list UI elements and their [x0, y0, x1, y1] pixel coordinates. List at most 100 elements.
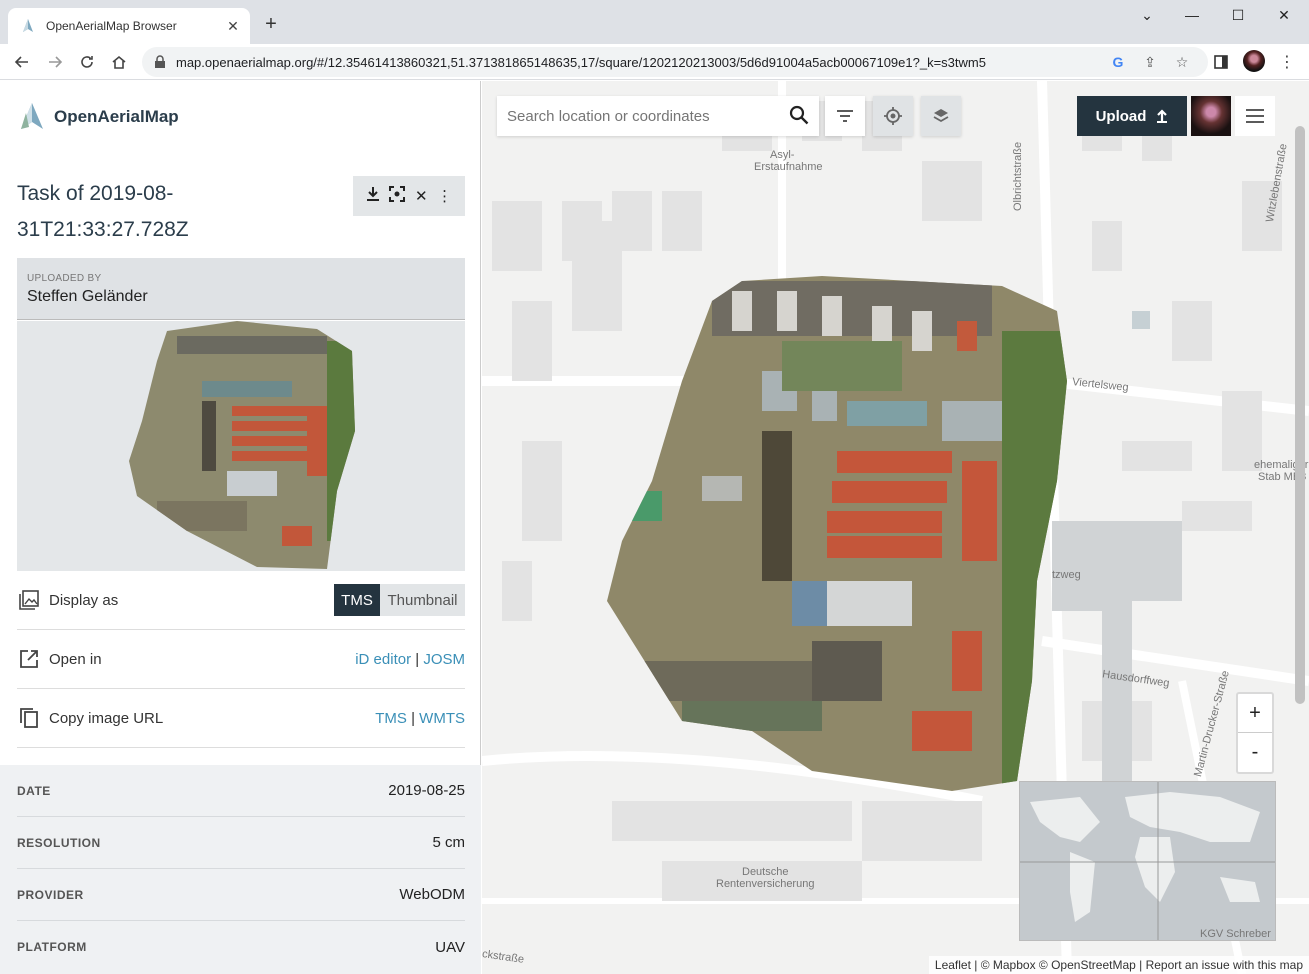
thumbnail-toggle-button[interactable]: Thumbnail [380, 584, 465, 616]
tms-toggle-button[interactable]: TMS [334, 584, 380, 616]
zoom-in-button[interactable]: + [1238, 694, 1272, 733]
metadata-row-date: DATE 2019-08-25 [17, 765, 465, 817]
browser-titlebar: OpenAerialMap Browser ✕ + ⌄ — ☐ ✕ [0, 0, 1309, 44]
task-title: Task of 2019-08-31T21:33:27.728Z [17, 182, 189, 241]
copy-url-row: Copy image URL TMS | WMTS [17, 689, 465, 748]
download-icon[interactable] [366, 186, 380, 206]
map-attribution[interactable]: Leaflet | © Mapbox © OpenStreetMap | Rep… [928, 956, 1309, 974]
upload-button[interactable]: Upload [1077, 96, 1187, 136]
meta-value: 2019-08-25 [388, 782, 465, 799]
open-in-row: Open in iD editor | JOSM [17, 630, 465, 689]
filter-icon [837, 110, 853, 122]
uploader-box: UPLOADED BY Steffen Geländer [17, 258, 465, 320]
search-input[interactable] [507, 107, 777, 125]
oam-favicon-icon [23, 19, 33, 32]
reload-button[interactable] [75, 50, 99, 74]
copy-url-label: Copy image URL [49, 709, 164, 727]
locate-button[interactable] [873, 96, 913, 136]
map-scrollbar[interactable] [1295, 126, 1305, 704]
meta-key: DATE [17, 783, 51, 798]
details-panel: OpenAerialMap Task of 2019-08-31T21:33:2… [0, 81, 481, 974]
layers-icon [933, 109, 949, 123]
crosshair-icon [884, 107, 902, 125]
id-editor-link[interactable]: iD editor [355, 651, 411, 668]
metadata-section: DATE 2019-08-25 RESOLUTION 5 cm PROVIDER… [0, 765, 481, 974]
meta-value: 5 cm [432, 834, 465, 851]
upload-icon [1157, 109, 1168, 123]
meta-key: RESOLUTION [17, 835, 101, 850]
brand-name: OpenAerialMap [54, 107, 179, 126]
separator: | [411, 709, 415, 727]
layers-button[interactable] [921, 96, 961, 136]
maximize-button[interactable]: ☐ [1216, 4, 1260, 26]
map-label: KGV Schreber [1200, 928, 1271, 940]
arrow-right-icon [49, 56, 63, 68]
map-label: Erstaufnahme [754, 161, 823, 173]
more-options-icon[interactable]: ⋮ [437, 187, 452, 205]
meta-value: WebODM [399, 886, 465, 903]
oam-logo-icon [21, 103, 43, 129]
zoom-to-fit-icon[interactable] [389, 186, 406, 206]
map-label: Deutsche [742, 866, 789, 878]
brand[interactable]: OpenAerialMap [16, 101, 179, 133]
display-as-label: Display as [49, 591, 119, 609]
share-icon[interactable]: ⇪ [1140, 52, 1160, 72]
map-label: tzweg [1052, 569, 1081, 581]
back-button[interactable] [10, 50, 34, 74]
metadata-row-provider: PROVIDER WebODM [17, 869, 465, 921]
forward-button[interactable] [43, 50, 67, 74]
sidebar-toggle-icon[interactable] [1209, 50, 1233, 74]
search-icon[interactable] [789, 105, 809, 130]
tab-search-icon[interactable]: ⌄ [1125, 4, 1169, 26]
display-toggle: TMS Thumbnail [334, 584, 465, 616]
meta-value: UAV [435, 938, 465, 956]
upload-label: Upload [1095, 107, 1147, 125]
reload-icon [81, 56, 93, 68]
url-text: map.openaerialmap.org/#/12.3546141386032… [176, 54, 986, 70]
google-icon[interactable]: G [1108, 52, 1128, 72]
tab-close-icon[interactable]: ✕ [222, 15, 244, 37]
user-avatar[interactable] [1191, 96, 1231, 136]
meta-key: PLATFORM [17, 940, 87, 954]
tms-url-link[interactable]: TMS [375, 710, 407, 727]
browser-menu-icon[interactable]: ⋮ [1275, 50, 1299, 74]
overview-minimap[interactable]: KGV Schreber [1019, 781, 1276, 941]
home-button[interactable] [107, 50, 131, 74]
browser-tab[interactable]: OpenAerialMap Browser ✕ [8, 8, 250, 44]
map-view[interactable]: Asyl- Erstaufnahme Olbrichtstraße Witzle… [482, 81, 1309, 974]
browser-toolbar: map.openaerialmap.org/#/12.3546141386032… [0, 44, 1309, 80]
filter-button[interactable] [825, 96, 865, 136]
metadata-row-resolution: RESOLUTION 5 cm [17, 817, 465, 869]
lock-icon [155, 55, 165, 68]
uploader-name: Steffen Geländer [27, 288, 148, 305]
metadata-row-platform: PLATFORM UAV [17, 921, 465, 973]
external-link-icon [17, 647, 41, 671]
arrow-left-icon [14, 56, 28, 68]
josm-link[interactable]: JOSM [423, 651, 465, 668]
hamburger-menu-icon [1246, 109, 1264, 123]
close-icon[interactable]: ✕ [415, 187, 428, 205]
map-label: Rentenversicherung [716, 878, 815, 890]
image-icon [17, 588, 41, 612]
zoom-control: + - [1236, 692, 1274, 774]
uploaded-by-label: UPLOADED BY [27, 273, 102, 284]
map-label: Olbrichtstraße [1012, 141, 1024, 211]
task-actions: ✕ ⋮ [353, 176, 465, 216]
home-icon [112, 55, 126, 69]
meta-key: PROVIDER [17, 887, 84, 902]
wmts-url-link[interactable]: WMTS [419, 710, 465, 727]
minimize-button[interactable]: — [1170, 4, 1214, 26]
copy-icon [17, 706, 41, 730]
address-bar[interactable]: map.openaerialmap.org/#/12.3546141386032… [142, 47, 1208, 77]
zoom-out-button[interactable]: - [1238, 733, 1272, 772]
close-window-button[interactable]: ✕ [1262, 4, 1306, 26]
new-tab-button[interactable]: + [260, 13, 282, 35]
map-label: Asyl- [770, 149, 795, 161]
image-thumbnail [17, 321, 465, 571]
open-in-label: Open in [49, 650, 102, 668]
menu-button[interactable] [1235, 96, 1275, 136]
search-box [497, 96, 819, 136]
display-as-row: Display as TMS Thumbnail [17, 571, 465, 630]
profile-avatar[interactable] [1243, 50, 1265, 72]
bookmark-star-icon[interactable]: ☆ [1172, 52, 1192, 72]
